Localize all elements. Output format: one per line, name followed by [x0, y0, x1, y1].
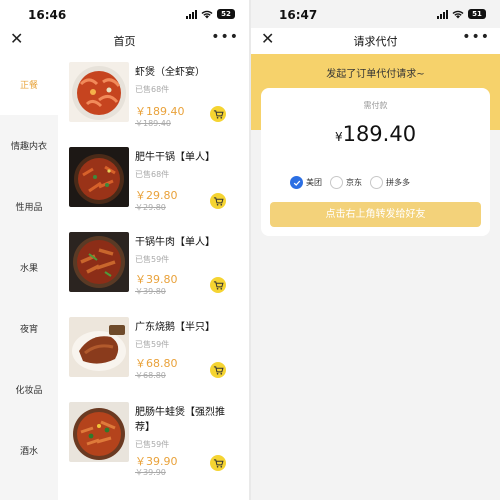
- check-icon: [293, 180, 300, 186]
- status-time: 16:47: [279, 8, 318, 22]
- amount-display: ¥189.40: [261, 122, 490, 146]
- product-item[interactable]: 肥肠牛蛙煲【强烈推荐】 已售59件 ￥39.90 ￥39.90: [58, 394, 249, 479]
- add-to-cart-button[interactable]: [210, 193, 226, 209]
- product-image[interactable]: [69, 317, 129, 377]
- platform-options: 美团 京东 拼多多: [290, 176, 410, 189]
- product-sold: 已售59件: [135, 255, 170, 264]
- product-sold: 已售59件: [135, 340, 170, 349]
- product-original-price: ￥29.80: [135, 203, 166, 212]
- category-item[interactable]: 夜宵: [0, 298, 58, 359]
- product-name: 干锅牛肉【单人】: [135, 237, 215, 248]
- cart-icon: [213, 196, 224, 206]
- cart-icon: [213, 365, 224, 375]
- platform-option[interactable]: 拼多多: [370, 176, 410, 189]
- product-list: 虾煲（全虾宴） 已售68件 ￥189.40 ￥189.40 肥牛干锅【单人】 已售68件 ￥…: [58, 54, 249, 500]
- product-name: 肥牛干锅【单人】: [135, 152, 215, 163]
- payment-card: 需付款 ¥189.40 美团 京东 拼多多 点击右上角转发给好友: [261, 88, 490, 236]
- add-to-cart-button[interactable]: [210, 106, 226, 122]
- add-to-cart-button[interactable]: [210, 277, 226, 293]
- amount-label: 需付款: [363, 101, 388, 110]
- wifi-icon: [201, 10, 213, 18]
- product-original-price: ￥68.80: [135, 371, 166, 380]
- platform-label: 京东: [346, 178, 362, 187]
- product-price: ￥189.40: [135, 105, 185, 118]
- product-image[interactable]: [69, 62, 129, 122]
- product-image[interactable]: [69, 232, 129, 292]
- signal-icon: [437, 9, 448, 19]
- radio-button[interactable]: [290, 176, 303, 189]
- signal-icon: [186, 9, 197, 19]
- product-name: 广东烧鹅【半只】: [135, 322, 215, 333]
- category-item[interactable]: 情趣内衣: [0, 115, 58, 176]
- status-icons: 51: [437, 9, 486, 19]
- category-item[interactable]: 水果: [0, 237, 58, 298]
- status-bar: 16:47 51: [251, 0, 500, 28]
- status-time: 16:46: [28, 8, 67, 22]
- category-item[interactable]: 正餐: [0, 54, 58, 115]
- app-root: 16:46 52 ✕ 首页 ••• 正餐 情趣内衣 性用品 水果 夜宵 化妆品 酒水 虾煲（…: [0, 0, 500, 500]
- category-sidebar: 正餐 情趣内衣 性用品 水果 夜宵 化妆品 酒水: [0, 54, 58, 500]
- product-name: 肥肠牛蛙煲【强烈推荐】: [135, 407, 225, 433]
- cart-icon: [213, 458, 224, 468]
- status-icons: 52: [186, 9, 235, 19]
- product-item[interactable]: 广东烧鹅【半只】 已售59件 ￥68.80 ￥68.80: [58, 309, 249, 394]
- product-sold: 已售59件: [135, 440, 170, 449]
- category-item[interactable]: 化妆品: [0, 359, 58, 420]
- home-screen: 16:46 52 ✕ 首页 ••• 正餐 情趣内衣 性用品 水果 夜宵 化妆品 酒水 虾煲（…: [0, 0, 249, 500]
- currency-symbol: ¥: [334, 130, 343, 144]
- share-button[interactable]: 点击右上角转发给好友: [270, 202, 481, 227]
- platform-option[interactable]: 京东: [330, 176, 362, 189]
- product-name: 虾煲（全虾宴）: [135, 67, 205, 78]
- add-to-cart-button[interactable]: [210, 455, 226, 471]
- platform-label: 美团: [306, 178, 322, 187]
- product-image[interactable]: [69, 147, 129, 207]
- product-price: ￥39.80: [135, 273, 178, 286]
- cart-icon: [213, 280, 224, 290]
- cart-icon: [213, 109, 224, 119]
- platform-label: 拼多多: [386, 178, 410, 187]
- product-item[interactable]: 干锅牛肉【单人】 已售59件 ￥39.80 ￥39.80: [58, 224, 249, 309]
- amount-value: 189.40: [342, 122, 417, 146]
- radio-button[interactable]: [370, 176, 383, 189]
- battery-icon: 51: [468, 9, 486, 19]
- add-to-cart-button[interactable]: [210, 362, 226, 378]
- product-price: ￥68.80: [135, 357, 178, 370]
- status-bar: 16:46 52: [0, 0, 249, 28]
- category-item[interactable]: 性用品: [0, 176, 58, 237]
- product-original-price: ￥189.40: [135, 119, 171, 128]
- nav-bar: ✕ 首页 •••: [0, 28, 249, 54]
- product-original-price: ￥39.80: [135, 287, 166, 296]
- pay-request-screen: 16:47 51 ✕ 请求代付 ••• 发起了订单代付请求~ 需付款 ¥189.…: [251, 0, 500, 500]
- product-price: ￥29.80: [135, 189, 178, 202]
- radio-button[interactable]: [330, 176, 343, 189]
- more-icon[interactable]: •••: [211, 29, 239, 45]
- category-item[interactable]: 酒水: [0, 420, 58, 481]
- wifi-icon: [452, 10, 464, 18]
- product-image[interactable]: [69, 402, 129, 462]
- product-sold: 已售68件: [135, 170, 170, 179]
- product-original-price: ￥39.90: [135, 468, 166, 477]
- product-item[interactable]: 虾煲（全虾宴） 已售68件 ￥189.40 ￥189.40: [58, 54, 249, 139]
- product-item[interactable]: 肥牛干锅【单人】 已售68件 ￥29.80 ￥29.80: [58, 139, 249, 224]
- nav-bar: ✕ 请求代付 •••: [251, 28, 500, 54]
- battery-icon: 52: [217, 9, 235, 19]
- product-sold: 已售68件: [135, 85, 170, 94]
- platform-option[interactable]: 美团: [290, 176, 322, 189]
- more-icon[interactable]: •••: [462, 29, 490, 45]
- banner-message: 发起了订单代付请求~: [326, 69, 425, 80]
